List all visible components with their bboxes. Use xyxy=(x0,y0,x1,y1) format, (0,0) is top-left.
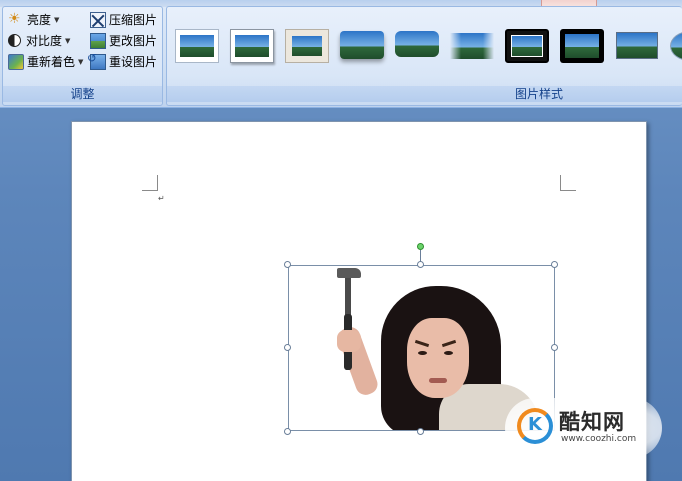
margin-corner-mark xyxy=(560,175,576,191)
resize-handle-left[interactable] xyxy=(284,344,291,351)
picture-styles-group-label: 图片样式 xyxy=(167,86,682,102)
reset-picture-button[interactable]: 重设图片 xyxy=(87,51,157,71)
brightness-button[interactable]: 亮度 ▼ xyxy=(8,10,59,29)
resize-handle-top[interactable] xyxy=(417,261,424,268)
picture-style-oval[interactable] xyxy=(668,29,682,63)
change-picture-button[interactable]: 更改图片 xyxy=(90,31,157,50)
recolor-icon xyxy=(8,53,24,70)
picture-style-simple-frame-white[interactable] xyxy=(175,29,219,63)
hammer-head xyxy=(337,268,361,278)
paragraph-mark: ↵ xyxy=(158,194,165,203)
watermark: 酷知网 www.coozhi.com xyxy=(505,398,662,458)
resize-handle-right[interactable] xyxy=(551,344,558,351)
recolor-button[interactable]: 重新着色 ▼ xyxy=(8,52,83,71)
reset-picture-icon xyxy=(87,51,106,70)
resize-handle-top-right[interactable] xyxy=(551,261,558,268)
chevron-down-icon: ▼ xyxy=(54,15,60,24)
figure-eye xyxy=(444,351,453,355)
picture-style-thick-frame-black[interactable] xyxy=(560,29,604,63)
figure-hand xyxy=(337,330,361,352)
picture-style-double-frame-black[interactable] xyxy=(505,29,549,63)
style-preview-image xyxy=(395,31,439,57)
picture-style-reflected-rounded[interactable] xyxy=(395,29,439,63)
style-preview-image xyxy=(235,35,269,57)
picture-style-simple-frame-black[interactable] xyxy=(615,29,659,63)
picture-style-soft-edge[interactable] xyxy=(450,29,494,63)
change-picture-icon xyxy=(90,32,106,49)
chevron-down-icon: ▼ xyxy=(78,57,84,66)
style-preview-image xyxy=(511,35,543,57)
watermark-url: www.coozhi.com xyxy=(561,434,637,444)
brightness-icon xyxy=(8,11,24,28)
margin-corner-mark xyxy=(142,175,158,191)
resize-handle-bottom-left[interactable] xyxy=(284,428,291,435)
style-preview-image xyxy=(450,33,494,59)
picture-style-drop-shadow-rectangle[interactable] xyxy=(340,29,384,63)
figure-eye xyxy=(418,351,427,355)
style-preview-image xyxy=(292,36,322,56)
style-preview-image xyxy=(616,32,658,59)
contrast-icon xyxy=(8,34,21,47)
picture-style-beveled-frame[interactable] xyxy=(230,29,274,63)
compress-picture-icon xyxy=(90,11,106,28)
picture-style-thick-matte[interactable] xyxy=(285,29,329,63)
style-preview-image xyxy=(180,35,214,57)
style-preview-image xyxy=(565,34,599,58)
adjust-group: 亮度 ▼ 对比度 ▼ 重新着色 ▼ 压缩图片 更改图片 重设图片 调整 xyxy=(2,6,163,106)
coozhi-logo-icon xyxy=(517,408,553,444)
style-preview-image xyxy=(340,31,384,59)
contrast-button[interactable]: 对比度 ▼ xyxy=(8,31,70,50)
resize-handle-top-left[interactable] xyxy=(284,261,291,268)
chevron-down-icon: ▼ xyxy=(65,36,71,45)
adjust-group-label: 调整 xyxy=(3,86,162,102)
figure-mouth xyxy=(429,378,447,383)
compress-picture-button[interactable]: 压缩图片 xyxy=(90,10,157,29)
picture-styles-group: 图片样式 xyxy=(166,6,682,106)
figure-face xyxy=(407,318,469,398)
style-preview-image xyxy=(670,31,682,61)
rotate-handle[interactable] xyxy=(417,243,424,250)
resize-handle-bottom[interactable] xyxy=(417,428,424,435)
watermark-name: 酷知网 xyxy=(559,410,625,434)
ribbon: 格式 亮度 ▼ 对比度 ▼ 重新着色 ▼ 压缩图片 更改图片 重设图片 xyxy=(0,0,682,108)
